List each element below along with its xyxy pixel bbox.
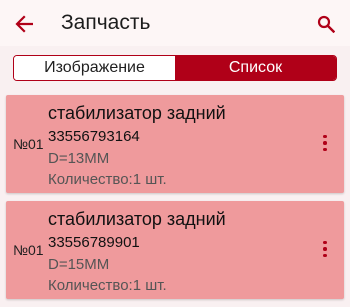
part-size: D=13MM bbox=[48, 150, 110, 167]
part-code: 33556793164 bbox=[48, 128, 140, 145]
more-vert-icon[interactable] bbox=[318, 131, 332, 155]
view-toggle: Изображение Список bbox=[13, 55, 337, 81]
part-code: 33556789901 bbox=[48, 234, 140, 251]
part-quantity: Количество:1 шт. bbox=[48, 277, 167, 294]
search-button[interactable] bbox=[312, 10, 340, 38]
more-vert-icon[interactable] bbox=[318, 237, 332, 261]
arrow-left-icon bbox=[15, 15, 33, 33]
part-size: D=15MM bbox=[48, 256, 110, 273]
part-name: стабилизатор задний bbox=[48, 209, 226, 229]
item-number: №01 bbox=[13, 242, 44, 258]
search-icon bbox=[317, 15, 335, 33]
part-card[interactable]: №01 стабилизатор задний 33556793164 D=13… bbox=[6, 95, 344, 193]
part-quantity: Количество:1 шт. bbox=[48, 171, 167, 188]
part-card[interactable]: №01 стабилизатор задний 33556789901 D=15… bbox=[6, 201, 344, 299]
tab-list[interactable]: Список bbox=[175, 56, 336, 80]
back-button[interactable] bbox=[10, 10, 38, 38]
app-bar: Запчасть bbox=[0, 0, 350, 46]
page-title: Запчасть bbox=[61, 11, 151, 34]
item-number: №01 bbox=[13, 136, 44, 152]
tab-image[interactable]: Изображение bbox=[14, 56, 175, 80]
part-name: стабилизатор задний bbox=[48, 103, 226, 123]
